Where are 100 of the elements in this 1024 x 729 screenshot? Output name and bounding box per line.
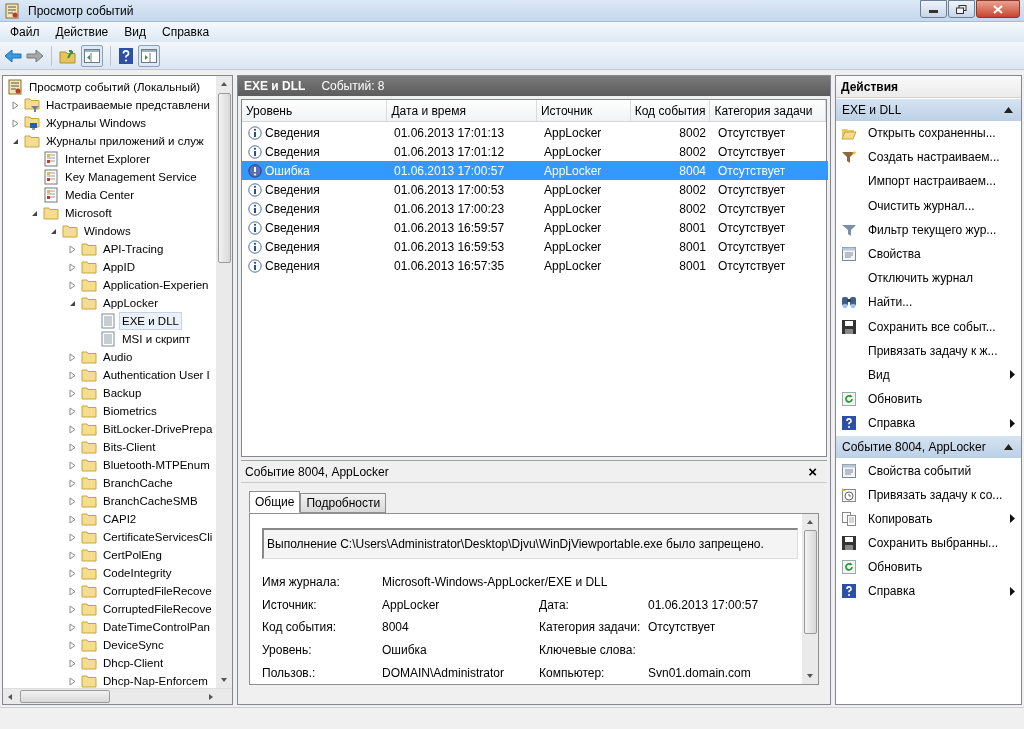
scroll-down-arrow-icon[interactable]: [806, 672, 814, 680]
table-row[interactable]: Сведения 01.06.2013 16:59:57 AppLocker 8001 Отсутствует: [242, 218, 828, 237]
tree-item[interactable]: Bits-Client: [100, 438, 159, 456]
expand-arrow-icon[interactable]: [68, 532, 76, 542]
action-item[interactable]: Обновить: [836, 555, 1021, 580]
table-row[interactable]: Сведения 01.06.2013 17:00:23 AppLocker 8002 Отсутствует: [242, 199, 828, 218]
tree-item[interactable]: BranchCacheSMB: [100, 492, 201, 510]
scroll-down-arrow-icon[interactable]: [220, 676, 228, 684]
vertical-scrollbar[interactable]: [216, 76, 232, 688]
action-item[interactable]: Вид: [836, 362, 1021, 388]
expand-arrow-icon[interactable]: [68, 442, 76, 452]
collapse-arrow-icon[interactable]: [11, 137, 19, 145]
scroll-left-arrow-icon[interactable]: [6, 692, 14, 701]
tree-item[interactable]: DateTimeControlPan: [100, 618, 213, 636]
show-action-pane-button[interactable]: [138, 44, 160, 67]
action-item[interactable]: Создать настраиваем...: [836, 145, 1021, 170]
tree-item[interactable]: DeviceSync: [100, 636, 167, 654]
expand-arrow-icon[interactable]: [68, 370, 76, 380]
tree-item[interactable]: Windows: [81, 222, 134, 240]
tree-item[interactable]: Biometrics: [100, 402, 160, 420]
table-row[interactable]: Сведения 01.06.2013 16:57:35 AppLocker 8001 Отсутствует: [242, 256, 828, 275]
tree-item[interactable]: Authentication User I: [100, 366, 213, 384]
menu-item[interactable]: Вид: [116, 23, 154, 41]
table-row[interactable]: Сведения 01.06.2013 17:01:13 AppLocker 8002 Отсутствует: [242, 123, 828, 142]
action-item[interactable]: Привязать задачу к ж...: [836, 338, 1021, 363]
tree-item[interactable]: AppLocker: [100, 294, 161, 312]
action-item[interactable]: Отключить журнал: [836, 266, 1021, 291]
action-item[interactable]: Найти...: [836, 290, 1021, 315]
tree-item[interactable]: CertPolEng: [100, 546, 165, 564]
tree-item[interactable]: API-Tracing: [100, 240, 167, 258]
expand-arrow-icon[interactable]: [68, 280, 76, 290]
tree-item[interactable]: CodeIntegrity: [100, 564, 175, 582]
collapse-arrow-icon[interactable]: [68, 299, 76, 307]
expand-arrow-icon[interactable]: [11, 118, 19, 128]
tree-item[interactable]: Microsoft: [62, 204, 115, 222]
expand-arrow-icon[interactable]: [68, 568, 76, 578]
action-item[interactable]: Фильтр текущего жур...: [836, 217, 1021, 242]
expand-arrow-icon[interactable]: [68, 640, 76, 650]
tree-item[interactable]: CorruptedFileRecove: [100, 600, 215, 618]
tab[interactable]: Подробности: [300, 493, 387, 513]
action-item[interactable]: Свойства: [836, 241, 1021, 267]
collapse-arrow-icon[interactable]: [49, 227, 57, 235]
expand-arrow-icon[interactable]: [11, 100, 19, 110]
expand-arrow-icon[interactable]: [68, 586, 76, 596]
tree-item[interactable]: Dhcp-Client: [100, 654, 167, 672]
collapse-arrow-icon[interactable]: [1004, 444, 1013, 451]
action-item[interactable]: Справка: [836, 579, 1021, 604]
tree-item[interactable]: MSI и скрипт: [119, 330, 194, 348]
expand-arrow-icon[interactable]: [68, 244, 76, 254]
tree-item[interactable]: AppID: [100, 258, 138, 276]
table-row[interactable]: Сведения 01.06.2013 17:00:53 AppLocker 8002 Отсутствует: [242, 180, 828, 199]
tree-item[interactable]: Media Center: [62, 186, 138, 204]
scroll-up-arrow-icon[interactable]: [806, 518, 814, 526]
help-icon[interactable]: [118, 46, 134, 65]
column-header[interactable]: Источник: [536, 100, 631, 121]
close-button[interactable]: [976, 0, 1020, 18]
menu-item[interactable]: Файл: [2, 23, 48, 41]
horizontal-scrollbar[interactable]: [3, 688, 232, 704]
tree-item[interactable]: Журналы Windows: [43, 114, 150, 132]
scroll-up-arrow-icon[interactable]: [220, 80, 228, 88]
tree-item[interactable]: EXE и DLL: [119, 312, 182, 330]
column-header[interactable]: Категория задачи: [710, 100, 826, 121]
scroll-thumb[interactable]: [217, 93, 231, 263]
action-item[interactable]: Сохранить выбранны...: [836, 531, 1021, 556]
restore-button[interactable]: [948, 0, 975, 18]
expand-arrow-icon[interactable]: [68, 388, 76, 398]
tree-item[interactable]: Bluetooth-MTPEnum: [100, 456, 213, 474]
expand-arrow-icon[interactable]: [68, 496, 76, 506]
tree-item[interactable]: CAPI2: [100, 510, 140, 528]
close-button[interactable]: ×: [808, 464, 817, 479]
minimize-button[interactable]: [920, 0, 947, 18]
tree-item[interactable]: Internet Explorer: [62, 150, 153, 168]
expand-arrow-icon[interactable]: [68, 460, 76, 470]
section-header[interactable]: Событие 8004, AppLocker: [836, 436, 1021, 459]
action-item[interactable]: Сохранить все событ...: [836, 314, 1021, 339]
scroll-thumb[interactable]: [803, 530, 817, 634]
menu-item[interactable]: Действие: [47, 23, 117, 41]
tree-item[interactable]: Dhcp-Nap-Enforcem: [100, 672, 211, 688]
collapse-arrow-icon[interactable]: [1004, 107, 1013, 113]
expand-arrow-icon[interactable]: [68, 406, 76, 416]
expand-arrow-icon[interactable]: [68, 658, 76, 668]
collapse-arrow-icon[interactable]: [30, 209, 38, 217]
tree-item[interactable]: Настраиваемые представлени: [43, 96, 213, 114]
tree-item[interactable]: Audio: [100, 348, 136, 366]
tree-item[interactable]: Key Management Service: [62, 168, 200, 186]
table-row[interactable]: Сведения 01.06.2013 16:59:53 AppLocker 8001 Отсутствует: [242, 237, 828, 256]
table-row[interactable]: Сведения 01.06.2013 17:01:12 AppLocker 8002 Отсутствует: [242, 142, 828, 161]
expand-arrow-icon[interactable]: [68, 352, 76, 362]
column-header[interactable]: Уровень: [242, 100, 388, 121]
expand-arrow-icon[interactable]: [68, 550, 76, 560]
action-item[interactable]: Импорт настраиваем...: [836, 169, 1021, 194]
tree-item[interactable]: Просмотр событий (Локальный): [26, 78, 204, 96]
expand-arrow-icon[interactable]: [68, 676, 76, 686]
tree-item[interactable]: CertificateServicesCli: [100, 528, 216, 546]
action-item[interactable]: Копировать: [836, 506, 1021, 531]
expand-arrow-icon[interactable]: [68, 262, 76, 272]
action-item[interactable]: Открыть сохраненны...: [836, 121, 1021, 146]
tree-item[interactable]: Application-Experien: [100, 276, 212, 294]
column-header[interactable]: Код события: [630, 100, 711, 121]
tree-item[interactable]: Журналы приложений и служ: [43, 132, 207, 150]
